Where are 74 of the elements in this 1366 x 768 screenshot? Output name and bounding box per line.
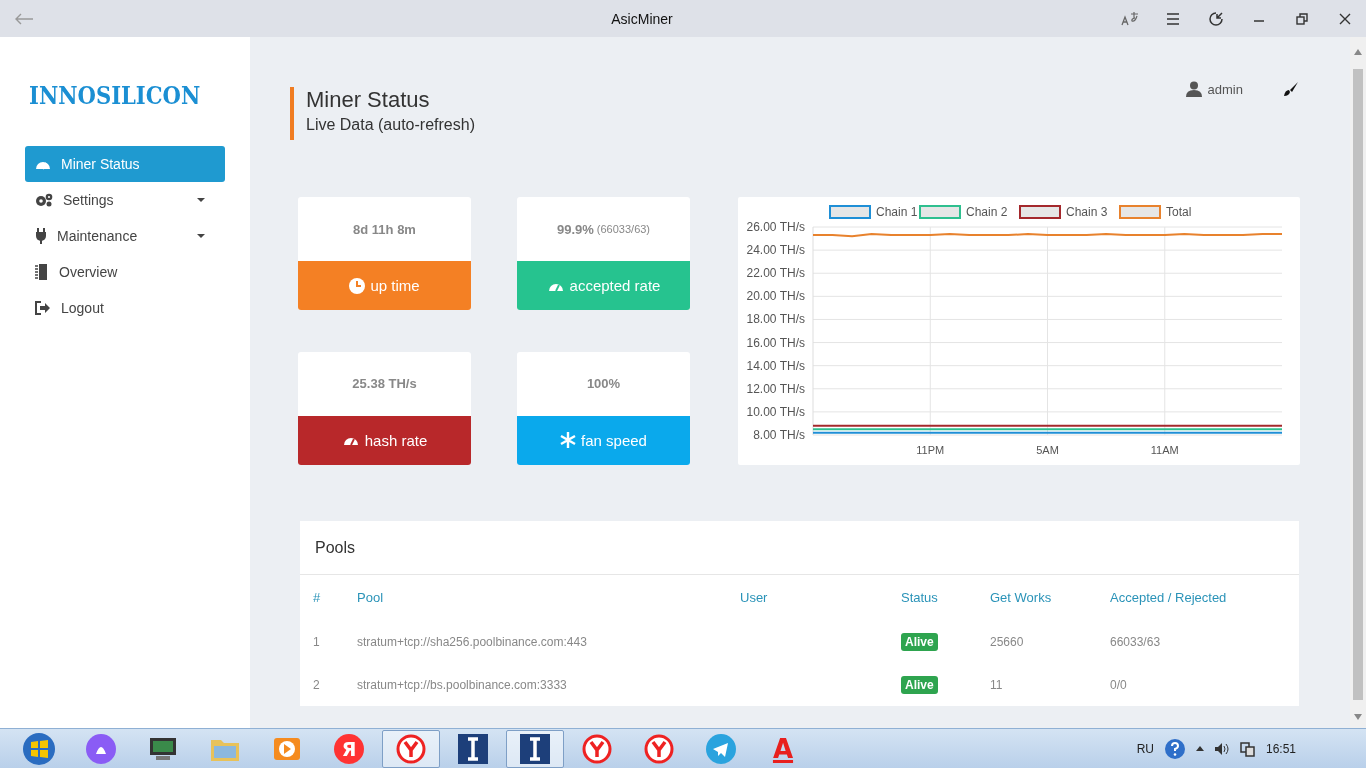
x-tick-label: 11AM bbox=[1150, 444, 1179, 456]
y-tick-label: 10.00 TH/s bbox=[746, 404, 805, 419]
x-tick-label: 11PM bbox=[916, 444, 945, 456]
clock-time[interactable]: 16:51 bbox=[1265, 741, 1296, 756]
stat-detail: (66033/63) bbox=[596, 223, 651, 235]
table-cell: 25660 bbox=[990, 620, 1110, 663]
clock-icon bbox=[349, 277, 366, 294]
legend-label: Total bbox=[1166, 205, 1192, 219]
user-name[interactable]: admin bbox=[1207, 81, 1243, 97]
legend-label: Chain 2 bbox=[966, 205, 1008, 219]
browser-launcher[interactable]: Я bbox=[318, 729, 380, 768]
tray-expand-icon[interactable] bbox=[1195, 746, 1204, 751]
app-icon[interactable] bbox=[506, 729, 564, 768]
browser-icon: Я bbox=[334, 733, 364, 764]
y-tick-label: 18.00 TH/s bbox=[746, 312, 805, 327]
table-cell: 11 bbox=[990, 663, 1110, 706]
sidebar-item[interactable]: Settings bbox=[25, 182, 225, 218]
legend-label: Chain 3 bbox=[1066, 205, 1108, 219]
table-cell-text: stratum+tcp://bs.poolbinance.com:3333 bbox=[357, 676, 568, 694]
table-cell-text: 0/0 bbox=[1110, 676, 1128, 694]
stat-label: accepted rate bbox=[569, 277, 661, 294]
stat-value: 8d 11h 8m bbox=[353, 221, 416, 237]
chip-icon bbox=[35, 264, 49, 280]
scrollbar-thumb[interactable] bbox=[1353, 69, 1363, 700]
sidebar-item[interactable]: Maintenance bbox=[25, 218, 225, 254]
asterisk-icon bbox=[560, 432, 577, 448]
panel-title: Pools bbox=[300, 521, 1299, 575]
gears-icon bbox=[35, 193, 53, 207]
stat-value: 99.9% bbox=[556, 221, 594, 237]
user-icon bbox=[1185, 81, 1202, 97]
y-tick-label: 16.00 TH/s bbox=[746, 335, 805, 350]
y-tick-label: 26.00 TH/s bbox=[746, 220, 805, 234]
column-header: Accepted / Rejected bbox=[1110, 589, 1228, 607]
scroll-down-icon[interactable] bbox=[1354, 714, 1362, 720]
column-header: Get Works bbox=[990, 575, 1110, 620]
stat-label: fan speed bbox=[581, 431, 647, 449]
window-title: AsicMiner bbox=[610, 10, 674, 27]
y-tick-label: 12.00 TH/s bbox=[746, 381, 805, 396]
table-cell-text: 66033/63 bbox=[1110, 633, 1162, 651]
caret-icon bbox=[197, 234, 205, 238]
table-cell-text: stratum+tcp://sha256.poolbinance.com:443 bbox=[357, 633, 588, 651]
y-tick-label: 14.00 TH/s bbox=[746, 358, 805, 373]
column-header: Pool bbox=[357, 589, 385, 607]
help-icon[interactable] bbox=[1163, 737, 1186, 760]
y-tick-label: 24.00 TH/s bbox=[746, 243, 805, 258]
y-tick-label: 8.00 TH/s bbox=[753, 428, 805, 442]
status-badge: Alive bbox=[901, 675, 938, 694]
y-tick-label: 20.00 TH/s bbox=[746, 289, 805, 304]
x-tick-label: 5AM bbox=[1036, 444, 1059, 456]
column-header: User bbox=[740, 575, 901, 620]
stat-value: 25.38 TH/s bbox=[352, 376, 417, 391]
language-indicator[interactable]: RU bbox=[1136, 741, 1154, 756]
sidebar-item[interactable]: Logout bbox=[25, 290, 225, 326]
network-icon[interactable] bbox=[1239, 740, 1256, 757]
table-cell: 1 bbox=[300, 620, 357, 663]
scroll-up-icon[interactable] bbox=[1354, 49, 1362, 55]
logo: INNOSILICON bbox=[29, 82, 202, 110]
status-badge: Alive bbox=[901, 632, 938, 651]
table-cell: 2 bbox=[300, 663, 357, 706]
stat-label: hash rate bbox=[364, 431, 428, 449]
column-header: Status bbox=[901, 575, 990, 620]
browser-icon[interactable] bbox=[382, 729, 440, 768]
speaker-icon[interactable] bbox=[1213, 741, 1230, 756]
sidebar-item[interactable]: Overview bbox=[25, 254, 225, 290]
page-title: Miner Status bbox=[306, 87, 431, 113]
stat-value: 100% bbox=[586, 376, 621, 391]
logout-icon bbox=[35, 301, 51, 315]
y-tick-label: 22.00 TH/s bbox=[746, 266, 805, 281]
column-header: # bbox=[312, 589, 322, 607]
stat-label: up time bbox=[370, 277, 420, 294]
caret-icon bbox=[197, 198, 205, 202]
plug-icon bbox=[35, 228, 47, 244]
page-subtitle: Live Data (auto-refresh) bbox=[306, 115, 475, 135]
legend-label: Chain 1 bbox=[876, 205, 918, 219]
